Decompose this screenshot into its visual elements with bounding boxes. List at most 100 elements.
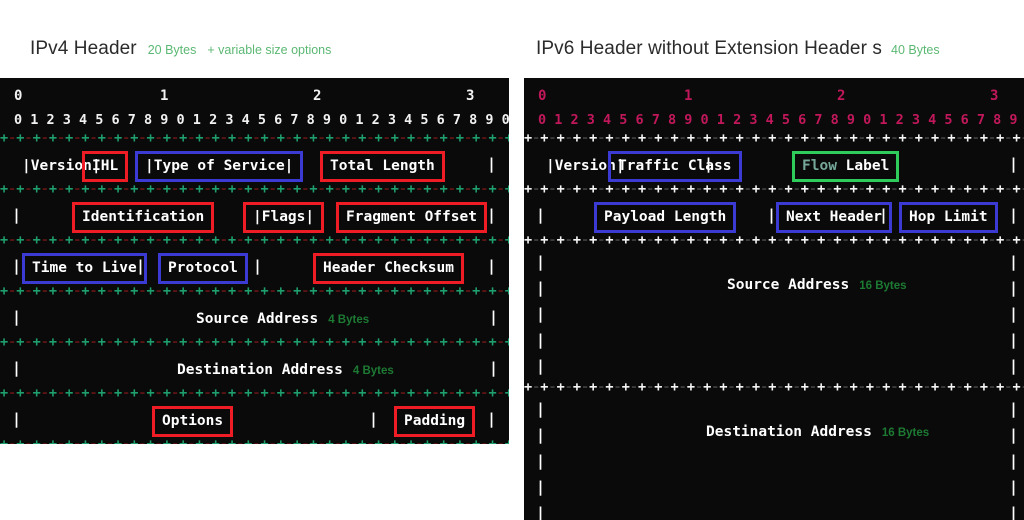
field-options: Options	[152, 406, 234, 437]
field-destination-address: Destination Address 4 Bytes	[177, 362, 394, 378]
field-source-address: Source Address 4 Bytes	[196, 311, 370, 327]
address-block-line: | |	[524, 500, 1024, 520]
field-row: | Options | Padding |	[0, 402, 509, 437]
diagram-root: IPv4 Header 20 Bytes + variable size opt…	[0, 0, 1024, 520]
field-divider-pipe: |	[1009, 155, 1019, 173]
field-divider-pipe: |	[536, 400, 546, 418]
separator-row: +-+-+-+-+-+-+-+-+-+-+-+-+-+-+-+-+-+-+-+-…	[524, 379, 1024, 395]
bit-ruler-bits: 0 1 2 3 4 5 6 7 8 9 0 1 2 3 4 5 6 7 8 9 …	[14, 112, 509, 128]
bit-ruler-decade-3: 3	[990, 88, 999, 104]
ipv4-size-note: 20 Bytes	[147, 43, 197, 57]
separator-row: +-+-+-+-+-+-+-+-+-+-+-+-+-+-+-+-+-+-+-+-…	[0, 334, 509, 350]
field-divider-pipe: |	[489, 308, 499, 326]
address-block-bytes-note: 16 Bytes	[881, 427, 930, 439]
ipv6-diagram-body: 0 1 2 3 0 1 2 3 4 5 6 7 8 9 0 1 2 3 4 5 6 7 …	[524, 78, 1024, 520]
separator-row: +-+-+-+-+-+-+-+-+-+-+-+-+-+-+-+-+-+-+-+-…	[524, 130, 1024, 146]
address-block-line: | |	[524, 249, 1024, 275]
address-block-bytes-note: 16 Bytes	[859, 280, 907, 292]
field-divider-pipe: |	[1009, 400, 1019, 418]
field-divider-pipe: |	[536, 452, 546, 470]
bit-ruler-decade-3: 3	[466, 88, 475, 104]
address-block-line: | |	[524, 448, 1024, 474]
field-divider-pipe: |	[879, 206, 889, 224]
field-protocol: Protocol	[158, 253, 248, 284]
separator-row: +-+-+-+-+-+-+-+-+-+-+-+-+-+-+-+-+-+-+-+-…	[0, 385, 509, 401]
field-bytes-note: 4 Bytes	[352, 365, 394, 377]
field-divider-pipe: |	[487, 257, 497, 275]
field-total-length: Total Length	[320, 151, 445, 182]
address-block-source-address: | | | | Source Address 16 Bytes | | | | | |	[524, 249, 1024, 379]
field-time-to-live: Time to Live	[22, 253, 147, 284]
field-divider-pipe: |	[487, 206, 497, 224]
ipv6-title-row: IPv6 Header without Extension Header s 4…	[536, 38, 940, 60]
address-block-label: Source Address 16 Bytes	[727, 277, 907, 293]
bit-ruler: 0 1 2 3 0 1 2 3 4 5 6 7 8 9 0 1 2 3 4 5 6 7 …	[524, 88, 1024, 130]
ipv4-extra-note: + variable size options	[207, 43, 332, 57]
ipv6-header-diagram: 0 1 2 3 0 1 2 3 4 5 6 7 8 9 0 1 2 3 4 5 6 7 …	[524, 78, 1024, 520]
ipv4-title-row: IPv4 Header 20 Bytes + variable size opt…	[30, 38, 331, 60]
bit-ruler-decade-0: 0	[14, 88, 23, 104]
bit-ruler-decades: 0 1 2 3	[524, 88, 1024, 108]
bit-ruler-decade-2: 2	[837, 88, 846, 104]
field-divider-pipe: |	[1009, 206, 1019, 224]
field-divider-pipe: |	[1009, 504, 1019, 520]
address-block-line: | |	[524, 327, 1024, 353]
ipv6-size-note: 40 Bytes	[891, 43, 940, 57]
field-ihl: IHL	[82, 151, 129, 182]
field-divider-pipe: |	[704, 155, 714, 173]
field-payload-length: Payload Length	[594, 202, 737, 233]
field-bytes-note: 4 Bytes	[328, 314, 370, 326]
address-block-destination-address: | | | | Destination Address 16 Bytes | | | | | |	[524, 396, 1024, 520]
field-divider-pipe: |	[369, 410, 379, 428]
bit-ruler-decade-0: 0	[538, 88, 547, 104]
field-row: | Source Address 4 Bytes |	[0, 300, 509, 334]
bit-ruler: 0 1 2 3 0 1 2 3 4 5 6 7 8 9 0 1 2 3 4 5 6 7 …	[0, 88, 509, 130]
address-block-line: | |	[524, 474, 1024, 500]
field-row: | Time to Live | Protocol | Header Checksum |	[0, 249, 509, 284]
bit-ruler-decades: 0 1 2 3	[0, 88, 509, 108]
field-padding: Padding	[394, 406, 476, 437]
separator-row: +-+-+-+-+-+-+-+-+-+-+-+-+-+-+-+-+-+-+-+-…	[524, 181, 1024, 197]
separator-row: +-+-+-+-+-+-+-+-+-+-+-+-+-+-+-+-+-+-+-+-…	[0, 130, 509, 146]
field-divider-pipe: |	[1009, 331, 1019, 349]
field-divider-pipe: |	[487, 410, 497, 428]
field-traffic-class: Traffic Class	[608, 151, 742, 182]
field-divider-pipe: |	[767, 206, 777, 224]
field-flags: |Flags|	[243, 202, 325, 233]
bit-ruler-decade-2: 2	[313, 88, 322, 104]
field-divider-pipe: |	[487, 155, 497, 173]
separator-row: +-+-+-+-+-+-+-+-+-+-+-+-+-+-+-+-+-+-+-+-…	[0, 232, 509, 248]
address-block-line: | |	[524, 353, 1024, 379]
address-block-line: | |	[524, 396, 1024, 422]
field-divider-pipe: |	[12, 359, 22, 377]
field-flow-label: Flow Label	[792, 151, 900, 182]
field-divider-pipe: |	[536, 305, 546, 323]
field-divider-pipe: |	[12, 410, 22, 428]
field-divider-pipe: |	[253, 257, 263, 275]
separator-row: +-+-+-+-+-+-+-+-+-+-+-+-+-+-+-+-+-+-+-+-…	[0, 283, 509, 299]
field-divider-pipe: |	[12, 257, 22, 275]
field-divider-pipe: |	[536, 206, 546, 224]
field-divider-pipe: |	[136, 257, 146, 275]
address-block-line: | | Destination Address 16 Bytes	[524, 422, 1024, 448]
ipv6-title: IPv6 Header without Extension Header s	[536, 38, 882, 59]
field-row: |Version| IHL |Type of Service| Total Lengt…	[0, 147, 509, 182]
bit-ruler-bits: 0 1 2 3 4 5 6 7 8 9 0 1 2 3 4 5 6 7 8 9 …	[538, 112, 1024, 128]
address-block-line: | | Source Address 16 Bytes	[524, 275, 1024, 301]
field-divider-pipe: |	[1009, 426, 1019, 444]
field-divider-pipe: |	[536, 357, 546, 375]
bit-ruler-decade-1: 1	[684, 88, 693, 104]
field-divider-pipe: |	[1009, 253, 1019, 271]
field-next-header: Next Header	[776, 202, 893, 233]
field-fragment-offset: Fragment Offset	[336, 202, 487, 233]
field-divider-pipe: |	[1009, 279, 1019, 297]
field-identification: Identification	[72, 202, 215, 233]
field-row: | Payload Length | Next Header | Hop Limit |	[524, 198, 1024, 233]
field-row: | Identification |Flags| Fragment Offset |	[0, 198, 509, 233]
ipv4-header-diagram: 0 1 2 3 0 1 2 3 4 5 6 7 8 9 0 1 2 3 4 5 6 7 …	[0, 78, 509, 444]
address-block-label: Destination Address 16 Bytes	[706, 424, 930, 440]
field-divider-pipe: |	[536, 426, 546, 444]
ipv4-title: IPv4 Header	[30, 38, 137, 59]
separator-row: +-+-+-+-+-+-+-+-+-+-+-+-+-+-+-+-+-+-+-+-…	[0, 181, 509, 197]
field-divider-pipe: |	[536, 279, 546, 297]
